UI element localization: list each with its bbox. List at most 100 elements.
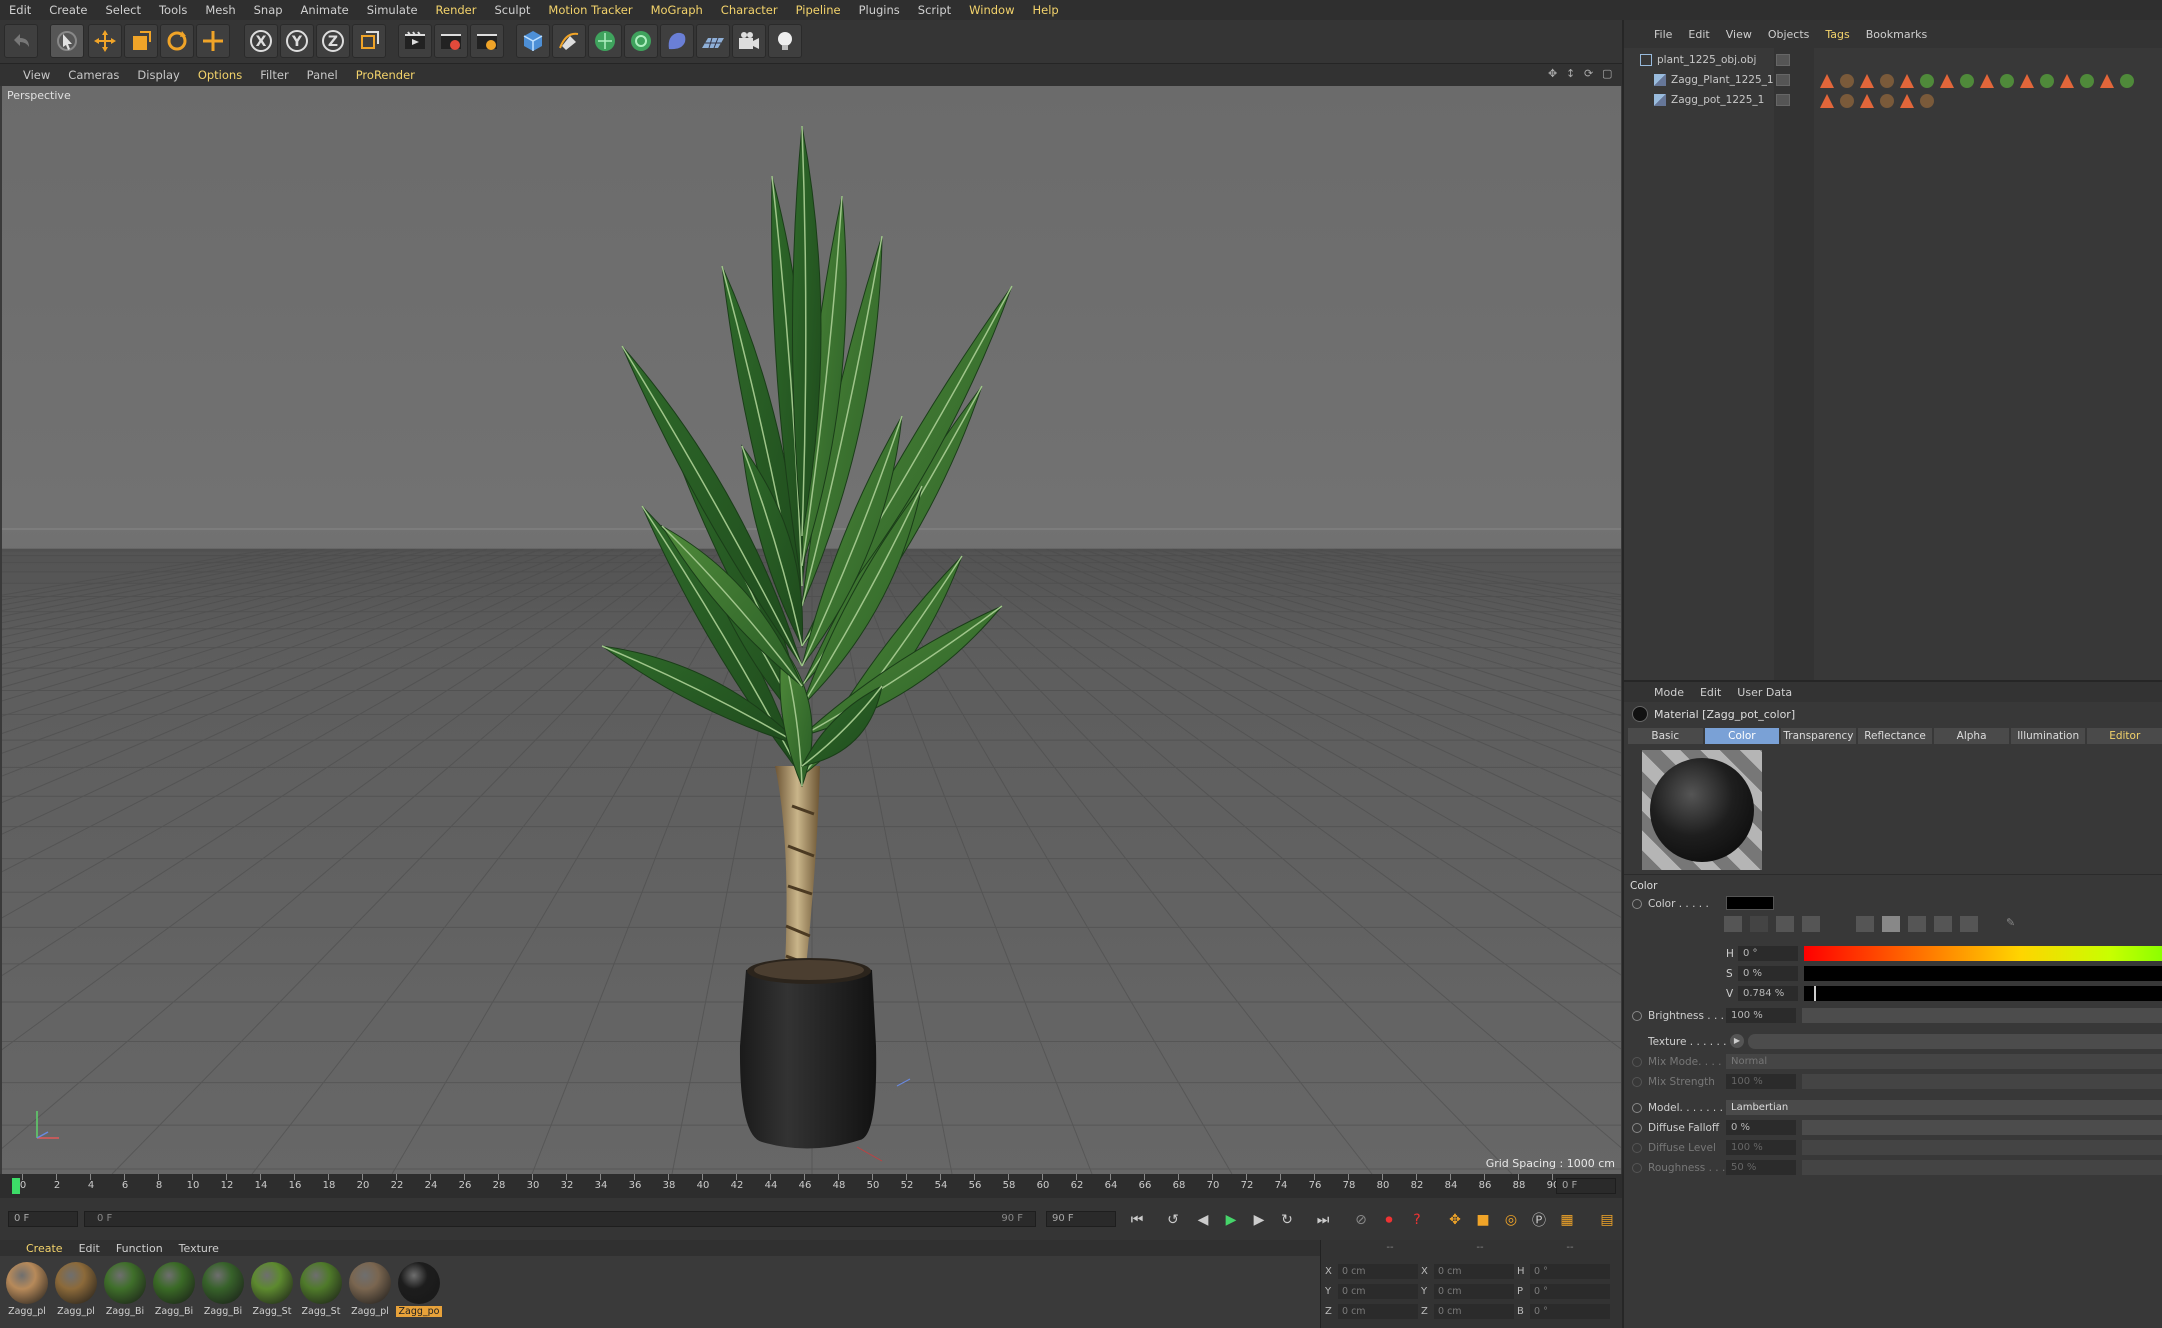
tab-illumination[interactable]: Illumination — [2010, 728, 2086, 744]
menu-edit[interactable]: Edit — [0, 0, 40, 20]
z-axis-lock-icon[interactable]: Z — [316, 24, 350, 58]
viewport-menu-display[interactable]: Display — [128, 68, 188, 82]
attribute-menu-user-data[interactable]: User Data — [1729, 686, 1800, 699]
diffusefalloff-slider[interactable] — [1802, 1120, 2162, 1135]
deformer-icon[interactable] — [660, 24, 694, 58]
phong-tag-icon[interactable] — [2020, 74, 2034, 88]
material-tag-icon[interactable] — [2040, 74, 2054, 88]
phong-tag-icon[interactable] — [1900, 94, 1914, 108]
frame-range-slider[interactable]: 0 F 90 F — [84, 1211, 1036, 1227]
floor-icon[interactable] — [696, 24, 730, 58]
material-thumbnail[interactable]: Zagg_pl — [347, 1260, 393, 1322]
material-tag-icon[interactable] — [1880, 94, 1894, 108]
object-row[interactable]: Zagg_pot_1225_1 — [1630, 90, 1764, 110]
goto-previous-key-icon[interactable]: ↺ — [1160, 1208, 1186, 1232]
goto-end-icon[interactable]: ⏭ — [1310, 1208, 1336, 1232]
viewport-menu-panel[interactable]: Panel — [298, 68, 347, 82]
previous-frame-icon[interactable]: ◀ — [1190, 1208, 1216, 1232]
render-view-icon[interactable] — [398, 24, 432, 58]
material-tag-icon[interactable] — [1840, 74, 1854, 88]
y-axis-lock-icon[interactable]: Y — [280, 24, 314, 58]
menu-simulate[interactable]: Simulate — [358, 0, 427, 20]
maximize-view-icon[interactable]: ▢ — [1602, 68, 1614, 80]
mixmode-animate-icon[interactable] — [1632, 1057, 1642, 1067]
material-tag-icon[interactable] — [2080, 74, 2094, 88]
material-tag-icon[interactable] — [1840, 94, 1854, 108]
image-mode-icon[interactable] — [1776, 916, 1794, 932]
object-menu-tags[interactable]: Tags — [1817, 28, 1857, 41]
key-pla-icon[interactable]: ▦ — [1554, 1208, 1580, 1232]
roughness-animate-icon[interactable] — [1632, 1163, 1642, 1173]
keyframe-selection-icon[interactable]: ? — [1404, 1208, 1430, 1232]
kelvin-mode-icon[interactable] — [1908, 916, 1926, 932]
goto-next-key-icon[interactable]: ↻ — [1274, 1208, 1300, 1232]
phong-tag-icon[interactable] — [2100, 74, 2114, 88]
size-value-field[interactable]: 0 cm — [1434, 1284, 1514, 1299]
rotation-value-field[interactable]: 0 ° — [1530, 1264, 1610, 1279]
material-tag-icon[interactable] — [1960, 74, 1974, 88]
eyedropper-icon[interactable]: ✎ — [2006, 916, 2020, 932]
key-scale-icon[interactable]: ■ — [1470, 1208, 1496, 1232]
start-frame-field[interactable]: 0 F — [8, 1211, 78, 1227]
record-keys-icon[interactable]: ⊘ — [1348, 1208, 1374, 1232]
saturation-slider[interactable] — [1804, 966, 2162, 981]
live-selection-icon[interactable] — [196, 24, 230, 58]
color-animate-icon[interactable] — [1632, 899, 1642, 909]
undo-icon[interactable] — [4, 24, 38, 58]
phong-tag-icon[interactable] — [1820, 94, 1834, 108]
camera-icon[interactable] — [732, 24, 766, 58]
tab-reflectance[interactable]: Reflectance — [1857, 728, 1933, 744]
menu-window[interactable]: Window — [960, 0, 1023, 20]
scale-tool-icon[interactable] — [124, 24, 158, 58]
menu-script[interactable]: Script — [909, 0, 960, 20]
phong-tag-icon[interactable] — [1980, 74, 1994, 88]
brightness-field[interactable]: 100 % — [1726, 1008, 1796, 1023]
timeline-layout-icon[interactable]: ▤ — [1594, 1208, 1620, 1232]
coordinate-system-icon[interactable] — [352, 24, 386, 58]
size-value-field[interactable]: 0 cm — [1434, 1304, 1514, 1319]
menu-mesh[interactable]: Mesh — [196, 0, 244, 20]
hue-slider[interactable] — [1804, 946, 2162, 961]
position-value-field[interactable]: 0 cm — [1338, 1284, 1418, 1299]
menu-sculpt[interactable]: Sculpt — [486, 0, 540, 20]
material-thumbnail[interactable]: Zagg_pl — [4, 1260, 50, 1322]
swatches-icon[interactable] — [1960, 916, 1978, 932]
spectrum-mode-icon[interactable] — [1750, 916, 1768, 932]
x-axis-lock-icon[interactable]: X — [244, 24, 278, 58]
brightness-slider[interactable] — [1802, 1008, 2162, 1023]
position-value-field[interactable]: 0 cm — [1338, 1264, 1418, 1279]
material-menu-function[interactable]: Function — [108, 1242, 171, 1255]
h-field[interactable]: 0 ° — [1738, 946, 1798, 961]
phong-tag-icon[interactable] — [1900, 74, 1914, 88]
render-settings-icon[interactable] — [470, 24, 504, 58]
cloner-icon[interactable] — [624, 24, 658, 58]
material-tag-icon[interactable] — [1880, 74, 1894, 88]
viewport-menu-filter[interactable]: Filter — [251, 68, 297, 82]
key-rotation-icon[interactable]: ◎ — [1498, 1208, 1524, 1232]
viewport-menu-view[interactable]: View — [14, 68, 59, 82]
phong-tag-icon[interactable] — [2060, 74, 2074, 88]
object-menu-objects[interactable]: Objects — [1760, 28, 1818, 41]
diffusefalloff-animate-icon[interactable] — [1632, 1123, 1642, 1133]
tab-editor[interactable]: Editor — [2087, 728, 2162, 744]
current-frame-field[interactable]: 0 F — [1556, 1178, 1616, 1194]
hsv-mode-icon[interactable] — [1882, 916, 1900, 932]
texture-slot[interactable] — [1748, 1034, 2162, 1049]
diffusefalloff-field[interactable]: 0 % — [1726, 1120, 1796, 1135]
autokey-icon[interactable]: ⏺ — [1376, 1208, 1402, 1232]
viewport-menu-cameras[interactable]: Cameras — [59, 68, 128, 82]
timeline-ruler[interactable]: 0 2 4 6 8 10 12 14 16 18 20 22 24 26 28 30 32 34 36 38 40 42 4… — [0, 1174, 1622, 1198]
tab-basic[interactable]: Basic — [1628, 728, 1703, 744]
menu-snap[interactable]: Snap — [245, 0, 292, 20]
material-thumbnail[interactable]: Zagg_Bi — [200, 1260, 246, 1322]
phong-tag-icon[interactable] — [1860, 74, 1874, 88]
value-slider-handle[interactable] — [1814, 986, 1816, 1001]
attribute-menu-mode[interactable]: Mode — [1646, 686, 1692, 699]
spline-pen-icon[interactable] — [552, 24, 586, 58]
cube-primitive-icon[interactable] — [516, 24, 550, 58]
material-thumbnail[interactable]: Zagg_St — [249, 1260, 295, 1322]
key-position-icon[interactable]: ✥ — [1442, 1208, 1468, 1232]
material-tag-icon[interactable] — [1920, 74, 1934, 88]
menu-animate[interactable]: Animate — [292, 0, 358, 20]
object-menu-file[interactable]: File — [1646, 28, 1680, 41]
